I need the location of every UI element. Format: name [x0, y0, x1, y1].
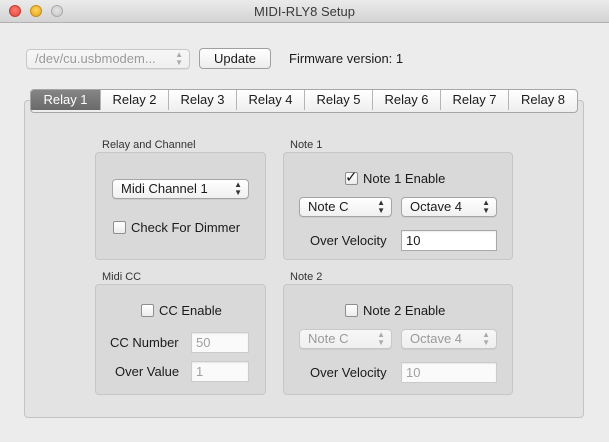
tab-relay-6[interactable]: Relay 6	[372, 90, 440, 110]
select-arrows-icon: ▲ ▼	[482, 198, 490, 215]
checkbox-icon	[345, 304, 358, 317]
note2-note-value: Note C	[308, 331, 349, 346]
note2-velocity-value: 10	[406, 365, 421, 380]
dimmer-checkbox[interactable]: Check For Dimmer	[113, 220, 240, 235]
note1-note-value: Note C	[308, 199, 349, 214]
note1-velocity-value: 10	[406, 233, 421, 248]
tab-relay-7[interactable]: Relay 7	[440, 90, 508, 110]
over-value-label: Over Value	[115, 364, 180, 379]
note1-octave-select[interactable]: Octave 4 ▲ ▼	[401, 197, 497, 217]
note1-enable-label: Note 1 Enable	[363, 171, 446, 186]
select-arrows-icon: ▲ ▼	[175, 50, 183, 67]
note2-octave-select[interactable]: Octave 4 ▲ ▼	[401, 329, 497, 349]
over-value-field[interactable]: 1	[191, 361, 249, 382]
tab-relay-2[interactable]: Relay 2	[100, 90, 168, 110]
note2-enable-checkbox[interactable]: Note 2 Enable	[345, 303, 445, 318]
cc-number-label: CC Number	[110, 335, 179, 350]
firmware-version-text: Firmware version: 1	[289, 51, 404, 66]
note2-note-select[interactable]: Note C ▲ ▼	[299, 329, 392, 349]
note1-octave-value: Octave 4	[410, 199, 463, 214]
checkbox-checked-icon: ✓	[345, 169, 358, 186]
note2-velocity-label: Over Velocity	[310, 365, 387, 380]
checkbox-icon	[141, 304, 154, 317]
note2-group-title: Note 2	[290, 271, 323, 283]
cc-enable-checkbox[interactable]: CC Enable	[141, 303, 222, 318]
tab-relay-5[interactable]: Relay 5	[304, 90, 372, 110]
window-title: MIDI-RLY8 Setup	[254, 4, 355, 19]
setup-window: MIDI-RLY8 Setup /dev/cu.usbmodem... ▲ ▼ U…	[0, 0, 609, 442]
relay-channel-group-title: Relay and Channel	[102, 139, 196, 151]
select-arrows-icon: ▲ ▼	[377, 330, 385, 347]
tab-relay-3[interactable]: Relay 3	[168, 90, 236, 110]
dimmer-label: Check For Dimmer	[131, 220, 241, 235]
note2-octave-value: Octave 4	[410, 331, 463, 346]
cc-number-value: 50	[196, 335, 211, 350]
relay-tabs: Relay 1 Relay 2 Relay 3 Relay 4 Relay 5 …	[30, 89, 578, 113]
select-arrows-icon: ▲ ▼	[377, 198, 385, 215]
port-select-value: /dev/cu.usbmodem...	[35, 51, 156, 66]
cc-number-field[interactable]: 50	[191, 332, 249, 353]
update-button[interactable]: Update	[199, 48, 271, 69]
relay-channel-group	[95, 152, 266, 260]
midi-channel-value: Midi Channel 1	[121, 181, 208, 196]
title-bar: MIDI-RLY8 Setup	[0, 0, 609, 23]
note1-group-title: Note 1	[290, 139, 323, 151]
midi-channel-select[interactable]: Midi Channel 1 ▲ ▼	[112, 179, 249, 199]
midi-cc-group-title: Midi CC	[102, 271, 142, 283]
cc-enable-label: CC Enable	[159, 303, 222, 318]
tab-relay-4[interactable]: Relay 4	[236, 90, 304, 110]
note1-note-select[interactable]: Note C ▲ ▼	[299, 197, 392, 217]
port-select[interactable]: /dev/cu.usbmodem... ▲ ▼	[26, 49, 190, 69]
note2-enable-label: Note 2 Enable	[363, 303, 446, 318]
tab-relay-8[interactable]: Relay 8	[508, 90, 577, 110]
over-value-value: 1	[196, 364, 204, 379]
note2-velocity-field[interactable]: 10	[401, 362, 497, 383]
select-arrows-icon: ▲ ▼	[482, 330, 490, 347]
note1-velocity-field[interactable]: 10	[401, 230, 497, 251]
note1-velocity-label: Over Velocity	[310, 233, 387, 248]
checkbox-icon	[113, 221, 126, 234]
tab-relay-1[interactable]: Relay 1	[31, 90, 100, 110]
note1-enable-checkbox[interactable]: ✓ Note 1 Enable	[345, 169, 446, 186]
select-arrows-icon: ▲ ▼	[234, 180, 242, 197]
